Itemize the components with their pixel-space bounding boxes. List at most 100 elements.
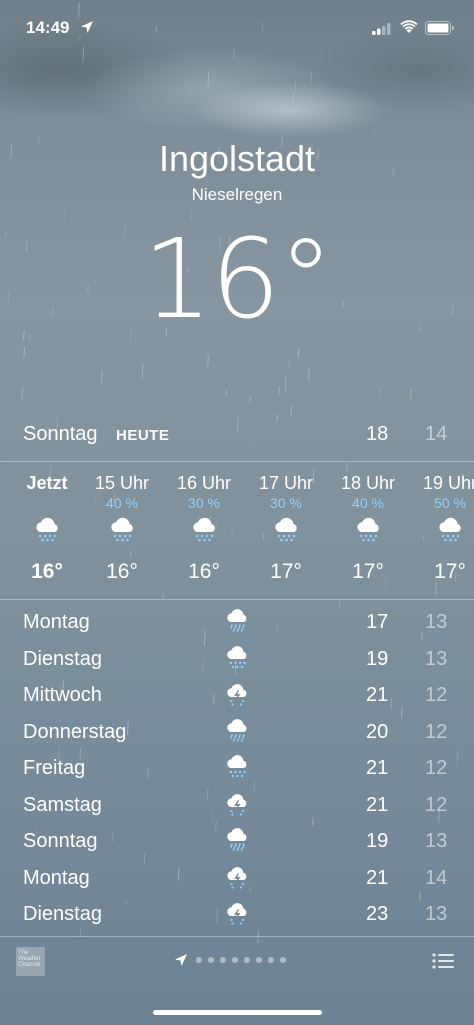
day-name: Montag bbox=[23, 611, 90, 633]
page-dot bbox=[244, 957, 250, 963]
hourly-forecast[interactable]: Jetzt 16° 15 Uhr 40 % 16° 16 Uhr 30 % 16… bbox=[0, 462, 474, 598]
day-high: 21 bbox=[366, 684, 389, 706]
hour-label: 16 Uhr bbox=[176, 473, 232, 493]
daily-row: Montag 21 14 bbox=[0, 860, 474, 897]
city-list-icon[interactable] bbox=[432, 952, 454, 970]
status-bar: 14:49 bbox=[0, 0, 474, 56]
drizzle-icon bbox=[357, 517, 379, 542]
hour-precipitation: 40 % bbox=[106, 495, 138, 511]
hour-precipitation: 30 % bbox=[270, 495, 302, 511]
current-location-arrow-icon bbox=[175, 954, 187, 966]
page-dot bbox=[268, 957, 274, 963]
today-low: 14 bbox=[425, 423, 448, 445]
hour-label: Jetzt bbox=[26, 473, 68, 493]
drizzle-icon bbox=[36, 517, 58, 542]
page-dot bbox=[196, 957, 202, 963]
page-indicator[interactable] bbox=[174, 952, 304, 968]
thunderstorm-icon bbox=[227, 684, 247, 706]
daily-row: Samstag 21 12 bbox=[0, 787, 474, 824]
day-low: 12 bbox=[425, 793, 448, 816]
cellular-signal-icon bbox=[372, 23, 391, 35]
day-name: Dienstag bbox=[23, 647, 102, 670]
drizzle-icon bbox=[111, 517, 133, 542]
drizzle-icon bbox=[275, 517, 297, 542]
page-dot bbox=[280, 957, 286, 963]
current-temperature: 16° bbox=[142, 215, 334, 343]
day-low: 12 bbox=[425, 757, 448, 779]
day-low: 14 bbox=[425, 866, 448, 889]
day-name: Mittwoch bbox=[23, 684, 102, 706]
day-high: 20 bbox=[366, 720, 389, 743]
rain-icon bbox=[227, 609, 247, 632]
hour-label: 17 Uhr bbox=[258, 473, 314, 493]
day-high: 21 bbox=[366, 793, 389, 816]
day-name: Freitag bbox=[23, 757, 86, 779]
daily-row: Dienstag 23 13 bbox=[0, 896, 474, 933]
hour-label: 18 Uhr bbox=[340, 473, 396, 493]
status-time: 14:49 bbox=[26, 18, 70, 37]
home-indicator[interactable] bbox=[153, 1010, 322, 1015]
day-high: 21 bbox=[366, 757, 389, 779]
page-dot bbox=[256, 957, 262, 963]
wifi-icon bbox=[400, 20, 418, 33]
thunderstorm-icon bbox=[227, 903, 247, 925]
day-name: Donnerstag bbox=[23, 720, 127, 743]
hour-label: 15 Uhr bbox=[94, 473, 150, 493]
hour-precipitation: 50 % bbox=[434, 495, 466, 511]
page-dot bbox=[232, 957, 238, 963]
day-name: Montag bbox=[23, 866, 90, 889]
page-dot bbox=[220, 957, 226, 963]
daily-row: Freitag 21 12 bbox=[0, 750, 474, 787]
hour-label: 19 Uhr bbox=[422, 473, 474, 493]
drizzle-icon bbox=[227, 645, 247, 668]
hour-temperature: 17° bbox=[434, 560, 466, 583]
day-name: Dienstag bbox=[23, 903, 102, 925]
daily-row: Donnerstag 20 12 bbox=[0, 714, 474, 751]
day-low: 12 bbox=[425, 684, 448, 706]
day-high: 23 bbox=[366, 903, 389, 925]
day-high: 19 bbox=[366, 830, 389, 852]
city-name: Ingolstadt bbox=[158, 138, 316, 179]
weather-condition: Nieselregen bbox=[191, 185, 283, 204]
day-high: 19 bbox=[366, 647, 389, 670]
today-day-name: Sonntag bbox=[23, 423, 98, 445]
daily-row: Montag 17 13 bbox=[0, 604, 474, 641]
rain-icon bbox=[227, 828, 247, 851]
weather-channel-logo[interactable]: The Weather Channel bbox=[16, 947, 45, 976]
drizzle-icon bbox=[193, 517, 215, 542]
location-arrow-icon bbox=[81, 21, 93, 33]
divider-bottom bbox=[0, 936, 474, 937]
hour-temperature: 16° bbox=[188, 560, 220, 583]
thunderstorm-icon bbox=[227, 866, 247, 889]
today-badge: HEUTE bbox=[116, 427, 170, 444]
battery-icon bbox=[425, 21, 454, 35]
daily-row: Mittwoch 21 12 bbox=[0, 677, 474, 714]
hour-temperature: 16° bbox=[106, 560, 138, 583]
day-name: Sonntag bbox=[23, 830, 98, 852]
hour-precipitation: 40 % bbox=[352, 495, 384, 511]
today-high: 18 bbox=[366, 423, 389, 445]
daily-row: Dienstag 19 13 bbox=[0, 641, 474, 678]
thunderstorm-icon bbox=[227, 793, 247, 816]
day-name: Samstag bbox=[23, 793, 102, 816]
rain-icon bbox=[227, 718, 247, 742]
hour-precipitation: 30 % bbox=[188, 495, 220, 511]
hour-temperature: 17° bbox=[270, 560, 302, 583]
day-low: 13 bbox=[425, 903, 448, 925]
day-high: 21 bbox=[366, 866, 389, 889]
divider-middle bbox=[0, 599, 474, 600]
daily-forecast-list[interactable]: Montag 17 13 Dienstag 19 13 Mittwoch 21 … bbox=[0, 604, 474, 933]
hour-temperature: 16° bbox=[31, 560, 63, 583]
weather-channel-logo-text: The Weather Channel bbox=[18, 950, 41, 968]
hour-temperature: 17° bbox=[352, 560, 384, 583]
day-low: 13 bbox=[425, 830, 448, 852]
day-low: 13 bbox=[425, 647, 448, 670]
drizzle-icon bbox=[439, 517, 461, 542]
day-low: 13 bbox=[425, 611, 448, 633]
daily-row: Sonntag 19 13 bbox=[0, 823, 474, 860]
day-low: 12 bbox=[425, 720, 448, 743]
drizzle-icon bbox=[227, 755, 247, 778]
today-summary-row: Sonntag HEUTE 18 14 bbox=[0, 418, 474, 452]
day-high: 17 bbox=[366, 611, 389, 633]
page-dot bbox=[208, 957, 214, 963]
